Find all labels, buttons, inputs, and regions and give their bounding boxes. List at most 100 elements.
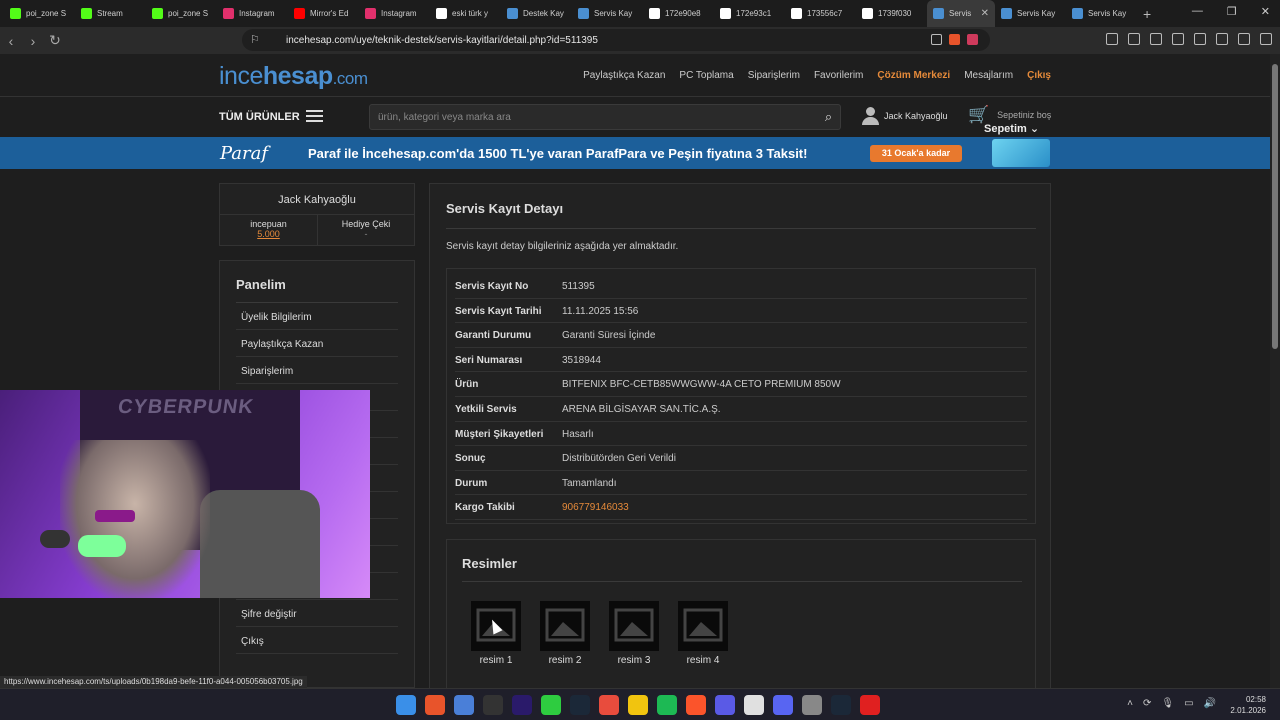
browser-tab[interactable]: Instagram	[217, 0, 288, 27]
brave-shield-icon[interactable]	[949, 34, 960, 45]
topnav-link[interactable]: Paylaştıkça Kazan	[583, 70, 665, 81]
panel-menu-item[interactable]: Siparişlerim	[236, 357, 398, 384]
page-description: Servis kayıt detay bilgileriniz aşağıda …	[446, 241, 679, 252]
wallet-icon[interactable]	[1194, 33, 1206, 45]
streamer	[60, 440, 210, 598]
browser-tab[interactable]: Servis Kay	[572, 0, 643, 27]
steam-icon[interactable]	[831, 695, 851, 715]
back-icon[interactable]: ‹	[0, 33, 22, 49]
image-thumbnail[interactable]: resim 3	[609, 601, 659, 667]
volume-icon[interactable]: 🔊	[1204, 698, 1216, 709]
image-placeholder-icon[interactable]	[540, 601, 590, 651]
new-tab-icon[interactable]: +	[1143, 6, 1151, 22]
image-thumbnail[interactable]: resim 4	[678, 601, 728, 667]
tracking-link[interactable]: 906779146033	[562, 502, 629, 513]
browser-tab[interactable]: Servis Kay	[1066, 0, 1137, 27]
browser-tab[interactable]: eski türk y	[430, 0, 501, 27]
search-icon[interactable]: ⌕	[816, 104, 841, 130]
maximize-icon[interactable]: ❐	[1227, 5, 1237, 18]
spotify-icon[interactable]	[657, 695, 677, 715]
brave-rewards-icon[interactable]	[967, 34, 978, 45]
epic-icon[interactable]	[483, 695, 503, 715]
browser-tab[interactable]: Servis ✕	[927, 0, 995, 27]
browser-tab[interactable]: poi_zone S	[4, 0, 75, 27]
xbox-icon[interactable]	[541, 695, 561, 715]
windows-icon[interactable]	[396, 695, 416, 715]
chrome-icon[interactable]	[744, 695, 764, 715]
steam-icon[interactable]	[570, 695, 590, 715]
webcam-overlay: CYBERPUNK	[0, 390, 370, 598]
clock[interactable]: 02:58 2.01.2026	[1230, 694, 1266, 716]
browser-tab[interactable]: poi_zone S	[146, 0, 217, 27]
page-scrollbar[interactable]	[1270, 54, 1280, 688]
image-placeholder-icon[interactable]	[609, 601, 659, 651]
image-icon	[791, 8, 802, 19]
topnav-link[interactable]: Çıkış	[1027, 70, 1051, 81]
menu-icon[interactable]	[1260, 33, 1272, 45]
panel-menu-item[interactable]: Şifre değiştir	[236, 600, 398, 627]
media-icon[interactable]	[1150, 33, 1162, 45]
folder-icon[interactable]	[628, 695, 648, 715]
incepuan-value[interactable]: 5.000	[220, 229, 317, 239]
share-icon[interactable]	[931, 34, 942, 45]
topnav-link[interactable]: Çözüm Merkezi	[877, 70, 950, 81]
amd-icon[interactable]	[860, 695, 880, 715]
all-products-menu[interactable]: TÜM ÜRÜNLER	[219, 111, 300, 123]
site-logo[interactable]: incehesap.com	[219, 62, 368, 91]
scrollbar-thumb[interactable]	[1272, 64, 1278, 349]
gift-value: -	[364, 229, 368, 239]
reload-icon[interactable]: ↻	[44, 32, 66, 49]
app-icon[interactable]	[599, 695, 619, 715]
tab-close-icon[interactable]: ✕	[981, 8, 989, 19]
bookmark-icon[interactable]: ⚐	[250, 33, 260, 46]
cart-button[interactable]: 🛒 Sepetim ⌄ Sepetiniz boş	[968, 105, 1270, 148]
topnav-link[interactable]: Siparişlerim	[748, 70, 800, 81]
browser-tab[interactable]: Mirror's Ed	[288, 0, 359, 27]
extensions-icon[interactable]	[1106, 33, 1118, 45]
ai-icon[interactable]	[1216, 33, 1228, 45]
image-thumbnail[interactable]: resim 2	[540, 601, 590, 667]
browser-tab[interactable]: 172e90e8	[643, 0, 714, 27]
browser-tab[interactable]: Stream	[75, 0, 146, 27]
vpn-icon[interactable]	[1238, 33, 1250, 45]
banner-badge: 31 Ocak'a kadar	[870, 145, 962, 162]
forward-icon[interactable]: ›	[22, 33, 44, 49]
browser-tab[interactable]: Servis Kay	[995, 0, 1066, 27]
tab-label: Servis	[949, 9, 972, 18]
screenshot-icon[interactable]	[1128, 33, 1140, 45]
panel-menu-item[interactable]: Üyelik Bilgilerim	[236, 303, 398, 330]
topnav-link[interactable]: Favorilerim	[814, 70, 863, 81]
image-thumbnail[interactable]: resim 1	[471, 601, 521, 667]
browser-tab[interactable]: 172e93c1	[714, 0, 785, 27]
image-placeholder-icon[interactable]	[678, 601, 728, 651]
remote-icon[interactable]	[454, 695, 474, 715]
user-menu[interactable]: Jack Kahyaoğlu	[862, 107, 948, 125]
close-icon[interactable]: ✕	[1261, 5, 1270, 18]
chevron-up-icon[interactable]: ˄	[1127, 698, 1133, 709]
topnav-link[interactable]: Mesajlarım	[964, 70, 1013, 81]
browser-tab[interactable]: 173556c7	[785, 0, 856, 27]
brave-icon[interactable]	[686, 695, 706, 715]
url-field[interactable]: ⚐ incehesap.com/uye/teknik-destek/servis…	[242, 29, 990, 51]
browser-tab[interactable]: 1739f030	[856, 0, 927, 27]
premiere-icon[interactable]	[512, 695, 532, 715]
app-icon[interactable]	[425, 695, 445, 715]
panel-menu-item[interactable]: Paylaştıkça Kazan	[236, 330, 398, 357]
sync-icon[interactable]: ⟳	[1143, 698, 1151, 709]
sidebar-icon[interactable]	[1172, 33, 1184, 45]
browser-tab[interactable]: Instagram	[359, 0, 430, 27]
cortana-icon[interactable]	[715, 695, 735, 715]
browser-tab[interactable]: Destek Kay	[501, 0, 572, 27]
discord-icon[interactable]	[773, 695, 793, 715]
network-icon[interactable]: ▭	[1184, 698, 1193, 709]
minimize-icon[interactable]: —	[1192, 5, 1203, 18]
panel-menu-item[interactable]: Çıkış	[236, 627, 398, 654]
search-input[interactable]: ürün, kategori veya marka ara	[369, 104, 841, 130]
mic-icon[interactable]: 🎙	[1161, 698, 1174, 709]
hamburger-icon[interactable]	[306, 110, 323, 122]
topnav-link[interactable]: PC Toplama	[679, 70, 733, 81]
settings-icon[interactable]	[802, 695, 822, 715]
promo-banner[interactable]: Paraf Paraf ile İncehesap.com'da 1500 TL…	[0, 137, 1270, 169]
paraf-logo: Paraf	[220, 143, 269, 164]
youtube-icon	[294, 8, 305, 19]
